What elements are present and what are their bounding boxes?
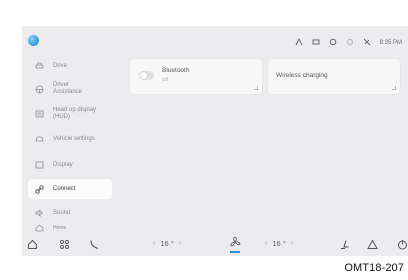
figure-caption: OMT18-207 <box>344 262 404 274</box>
no-signal-icon <box>363 38 371 48</box>
steering-icon <box>34 84 44 94</box>
wireless-charging-title: Wireless charging <box>276 72 328 79</box>
card-corner-icon <box>392 86 396 90</box>
increase-temp-left-button[interactable]: › <box>179 240 181 247</box>
right-temperature-value: 16 ° <box>272 239 286 248</box>
left-temperature-value: 16 ° <box>160 239 174 248</box>
wireless-charging-card[interactable]: Wireless charging <box>268 59 400 94</box>
circle-icon[interactable] <box>329 38 337 48</box>
sidebar-item-home[interactable]: Home <box>28 224 112 232</box>
vehicle-icon <box>34 134 44 144</box>
fan-active-indicator <box>230 251 240 253</box>
settings-sidebar: Drive Driver Assistance Head up display … <box>22 56 132 232</box>
apps-icon[interactable] <box>58 238 70 250</box>
bottom-dock: ‹ 16 ° › ‹ 16 ° › <box>22 232 408 256</box>
sidebar-item-driver-assistance[interactable]: Driver Assistance <box>28 78 112 100</box>
card-corner-icon <box>254 86 258 90</box>
status-bar: 8:35 PM <box>22 26 408 56</box>
sidebar-item-label: Drive <box>53 62 68 69</box>
sidebar-item-hud[interactable]: Head up display (HUD) <box>28 103 112 125</box>
sidebar-item-label: Driver Assistance <box>53 82 83 95</box>
phone-icon[interactable] <box>88 238 100 250</box>
clock: 8:35 PM <box>379 40 402 46</box>
sidebar-item-vehicle-settings[interactable]: Vehicle settings <box>28 129 112 149</box>
home-icon <box>34 224 44 232</box>
fan-icon[interactable] <box>229 236 241 248</box>
decrease-temp-left-button[interactable]: ‹ <box>153 240 155 247</box>
sidebar-item-label: Head up display (HUD) <box>53 107 97 120</box>
status-icons: 8:35 PM <box>295 37 402 48</box>
sidebar-item-sound[interactable]: Sound <box>28 203 112 223</box>
car-icon <box>34 61 44 71</box>
home-icon[interactable] <box>26 238 38 250</box>
sidebar-item-label: Vehicle settings <box>53 135 95 142</box>
increase-temp-right-button[interactable]: › <box>291 240 293 247</box>
sidebar-item-label: Sound <box>53 209 71 216</box>
bluetooth-toggle[interactable] <box>139 71 154 80</box>
sidebar-item-drive[interactable]: Drive <box>28 56 112 76</box>
decrease-temp-right-button[interactable]: ‹ <box>265 240 267 247</box>
warning-icon[interactable] <box>366 238 378 250</box>
right-temperature-control[interactable]: ‹ 16 ° › <box>265 239 293 248</box>
bluetooth-card[interactable]: Bluetooth Off <box>130 59 262 94</box>
link-icon <box>34 184 44 194</box>
sidebar-item-label: Display <box>53 161 73 168</box>
sidebar-item-label: Connect <box>53 185 76 192</box>
display-icon <box>34 160 44 170</box>
media-icon[interactable] <box>312 38 320 48</box>
speaker-icon <box>34 208 44 218</box>
eye-icon[interactable] <box>295 37 303 48</box>
sidebar-item-connect[interactable]: Connect <box>28 179 112 199</box>
profile-avatar-icon[interactable] <box>28 35 39 46</box>
power-icon[interactable] <box>396 238 408 250</box>
left-temperature-control[interactable]: ‹ 16 ° › <box>153 239 181 248</box>
sidebar-item-label: Home <box>53 224 67 231</box>
infotainment-screen: 8:35 PM Drive Driver Assistance Head up … <box>22 26 408 256</box>
bluetooth-status: Off <box>162 77 168 82</box>
seat-icon[interactable] <box>338 238 350 250</box>
bluetooth-title: Bluetooth <box>162 67 190 74</box>
hud-icon <box>34 109 44 119</box>
settings-icon[interactable] <box>346 38 354 48</box>
sidebar-item-display[interactable]: Display <box>28 155 112 175</box>
